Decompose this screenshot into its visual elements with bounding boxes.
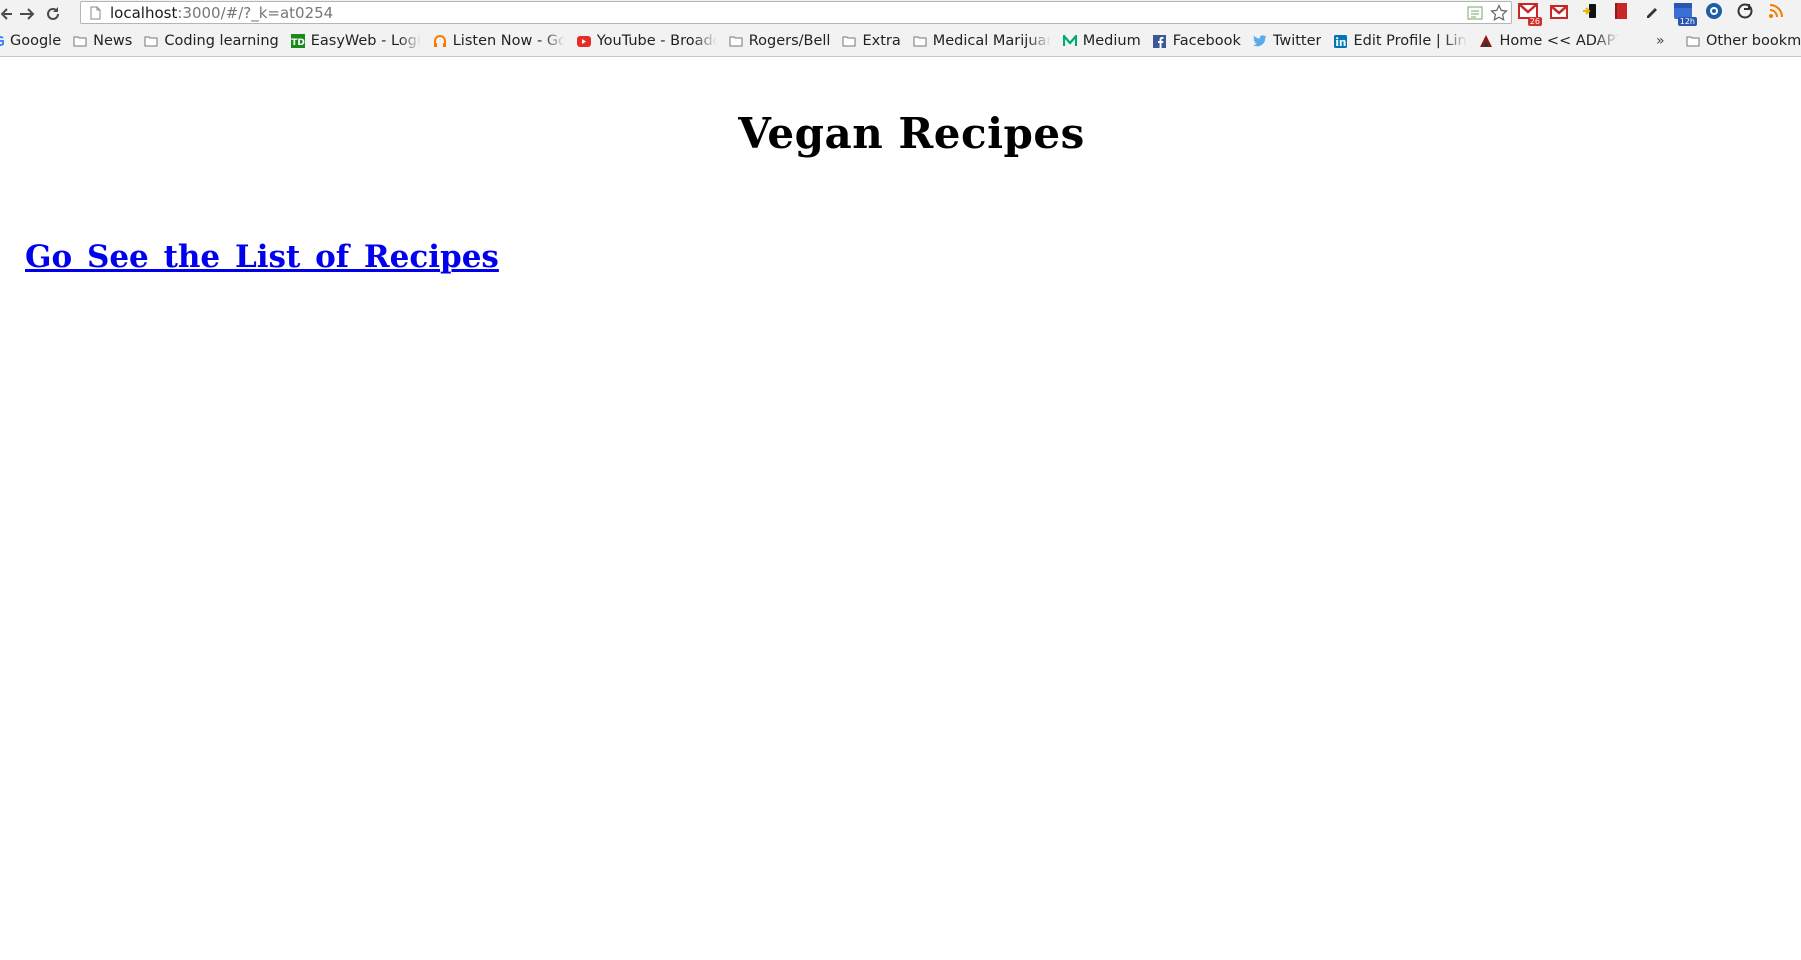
reload-button[interactable]	[40, 1, 66, 27]
bookmark-home-adaptt[interactable]: Home << ADAPTT	[1479, 30, 1619, 52]
back-button[interactable]	[0, 1, 14, 27]
bookmark-label: Facebook	[1172, 33, 1241, 49]
reload-icon	[45, 6, 61, 22]
bookmark-extra[interactable]: Extra	[842, 30, 901, 52]
bookmark-label: Edit Profile | Link	[1353, 33, 1468, 49]
page-icon	[86, 4, 104, 22]
bookmark-coding-learning[interactable]: Coding learning	[144, 30, 279, 52]
page-content: Vegan Recipes Go See the List of Recipes	[0, 57, 1801, 960]
td-icon: TD	[290, 34, 305, 48]
sync-icon	[1736, 2, 1754, 24]
eye-icon	[1704, 1, 1724, 25]
bookmark-medium[interactable]: Medium	[1062, 30, 1141, 52]
gmail-badge: 26	[1527, 17, 1542, 26]
arrow-left-icon	[1, 7, 13, 21]
usb-icon	[1581, 2, 1599, 24]
other-bookmarks-folder[interactable]: Other bookm	[1686, 28, 1801, 54]
bookmark-twitter[interactable]: Twitter	[1252, 30, 1322, 52]
pen-extension[interactable]	[1640, 1, 1664, 25]
adaptt-icon	[1479, 34, 1493, 48]
bookmark-label: Listen Now - Goo	[452, 33, 565, 49]
forward-button[interactable]	[14, 1, 40, 27]
book-icon	[1613, 2, 1629, 24]
bookmark-label: Twitter	[1272, 33, 1322, 49]
sync-extension[interactable]	[1733, 1, 1757, 25]
headphones-icon	[433, 34, 447, 48]
folder-icon	[73, 34, 87, 48]
folder-icon	[1686, 34, 1700, 48]
eye-extension[interactable]	[1702, 1, 1726, 25]
star-icon[interactable]	[1489, 3, 1509, 23]
page-action-icon[interactable]	[1465, 3, 1485, 23]
address-bar[interactable]: localhost:3000/#/?_k=at0254	[80, 1, 1512, 24]
calendar-extension[interactable]: 12h	[1671, 1, 1697, 26]
bookmark-listen-now[interactable]: Listen Now - Goo	[433, 30, 565, 52]
bookmark-label: Other bookm	[1706, 33, 1801, 49]
extensions-bar: 26 12h	[1516, 1, 1795, 26]
page-title: Vegan Recipes	[738, 109, 1085, 158]
bookmark-news[interactable]: News	[73, 30, 132, 52]
bookmark-medical-marijuana[interactable]: Medical Marijuan	[913, 30, 1051, 52]
folder-icon	[842, 34, 856, 48]
pen-icon	[1644, 3, 1660, 23]
bookmark-rogers-bell[interactable]: Rogers/Bell	[729, 30, 831, 52]
toolbar: localhost:3000/#/?_k=at0254 26 12h	[0, 0, 1801, 27]
gmail-extension[interactable]: 26	[1516, 1, 1542, 26]
bookmarks-bar: Google News Coding learning TD EasyWeb -…	[0, 28, 1801, 54]
youtube-icon	[576, 34, 591, 48]
bookmarks-overflow-button[interactable]: »	[1656, 28, 1665, 54]
google-icon	[0, 34, 4, 48]
folder-icon	[144, 34, 158, 48]
bookmark-label: YouTube - Broadc	[596, 33, 717, 49]
bookmark-youtube[interactable]: YouTube - Broadc	[576, 30, 717, 52]
gmail-alt-icon	[1550, 4, 1568, 23]
bookmark-facebook[interactable]: Facebook	[1153, 30, 1241, 52]
folder-icon	[729, 34, 743, 48]
recipes-list-link[interactable]: Go See the List of Recipes	[25, 239, 499, 275]
url-host: localhost	[110, 3, 178, 22]
bookmark-label: Medical Marijuan	[932, 33, 1051, 49]
book-extension[interactable]	[1609, 1, 1633, 25]
browser-chrome: localhost:3000/#/?_k=at0254 26 12h Goog…	[0, 0, 1801, 57]
folder-icon	[913, 34, 927, 48]
bookmark-label: Extra	[862, 33, 901, 49]
svg-text:TD: TD	[291, 38, 305, 48]
bookmark-label: Home << ADAPTT	[1499, 33, 1620, 49]
usb-extension[interactable]	[1578, 1, 1602, 25]
bookmark-label: Coding learning	[164, 33, 279, 49]
bookmark-label: Google	[10, 33, 62, 49]
bookmark-label: Rogers/Bell	[748, 33, 831, 49]
bookmark-label: Medium	[1082, 33, 1141, 49]
twitter-icon	[1252, 34, 1267, 48]
gmail-alt-extension[interactable]	[1547, 1, 1571, 25]
arrow-right-icon	[19, 7, 35, 21]
bookmark-easyweb[interactable]: TD EasyWeb - Login I	[290, 30, 421, 52]
bookmark-linkedin[interactable]: Edit Profile | Link	[1333, 30, 1467, 52]
rss-icon	[1768, 3, 1784, 23]
linkedin-icon	[1333, 34, 1347, 48]
bookmark-google[interactable]: Google	[0, 30, 61, 52]
rss-extension[interactable]	[1764, 1, 1788, 25]
bookmark-label: EasyWeb - Login I	[310, 33, 421, 49]
calendar-badge: 12h	[1677, 17, 1697, 26]
medium-icon	[1062, 34, 1077, 48]
facebook-icon	[1153, 34, 1167, 48]
bookmark-label: News	[93, 33, 133, 49]
url-path: :3000/#/?_k=at0254	[177, 3, 334, 22]
